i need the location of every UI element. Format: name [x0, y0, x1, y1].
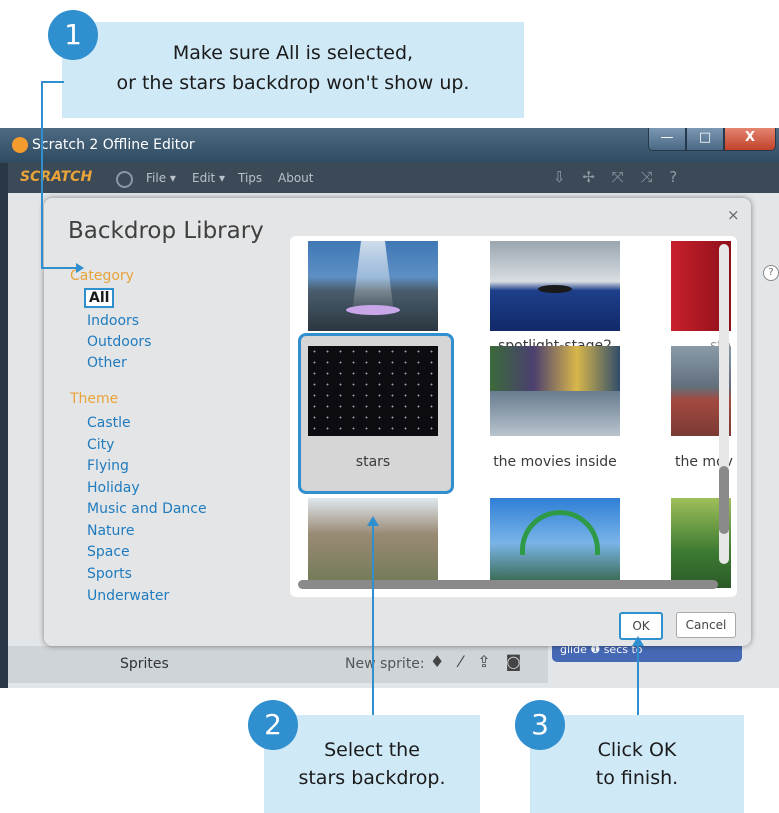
window-title: Scratch 2 Offline Editor — [32, 137, 195, 153]
stage2-platform — [538, 285, 572, 293]
category-heading: Category — [70, 268, 134, 284]
theme-underwater[interactable]: Underwater — [87, 588, 169, 604]
maximize-button[interactable]: □ — [686, 128, 724, 151]
theme-flying[interactable]: Flying — [87, 458, 129, 474]
backdrop-grid: spotlight-stage spotlight-stage2 sta sta… — [290, 236, 737, 597]
callout-3-badge: 3 — [515, 700, 565, 750]
callout-2-line1: Select the — [324, 739, 420, 761]
menu-about[interactable]: About — [278, 171, 313, 185]
backdrop-thumb-stars[interactable] — [308, 346, 438, 436]
toolbar-icons[interactable]: ⇩ ✢ ⤧ ⤨ ? — [553, 168, 683, 186]
scratch-logo[interactable]: SCRATCH — [20, 169, 92, 185]
theme-city[interactable]: City — [87, 437, 114, 453]
tile-label-the-movies-inside: the movies inside — [493, 454, 617, 470]
ok-button[interactable]: OK — [619, 612, 663, 640]
tile-label-stars: stars — [355, 454, 391, 470]
dialog-title: Backdrop Library — [68, 218, 264, 244]
theme-heading: Theme — [70, 391, 119, 407]
theme-holiday[interactable]: Holiday — [87, 480, 140, 496]
new-sprite-label: New sprite: — [345, 656, 425, 672]
callout-1-badge: 1 — [48, 10, 98, 60]
globe-icon[interactable] — [116, 171, 133, 188]
callout-1-line1: Make sure All is selected, — [172, 42, 414, 64]
callout-2-badge: 2 — [248, 700, 298, 750]
theme-castle[interactable]: Castle — [87, 415, 131, 431]
backdrop-thumb-bridge[interactable] — [490, 498, 620, 588]
sprites-label: Sprites — [120, 656, 169, 672]
backdrop-thumb-the-movies-inside[interactable] — [490, 346, 620, 436]
backdrop-thumb-spotlight-stage2[interactable] — [490, 241, 620, 331]
close-window-button[interactable]: X — [724, 128, 776, 151]
category-all[interactable]: All — [84, 288, 115, 308]
dialog-close-icon[interactable]: × — [727, 206, 740, 224]
title-bar: Scratch 2 Offline Editor — □ X — [0, 128, 779, 163]
stage-platform — [346, 305, 400, 315]
menu-bar: SCRATCH File ▾ Edit ▾ Tips About ⇩ ✢ ⤧ ⤨… — [8, 163, 779, 193]
callout-2-line2: stars backdrop. — [298, 767, 446, 789]
menu-tips[interactable]: Tips — [238, 171, 262, 185]
movies-wall — [490, 346, 620, 391]
backdrop-thumb-spotlight-stage[interactable] — [308, 241, 438, 331]
minimize-button[interactable]: — — [648, 128, 686, 151]
backdrop-library-dialog: Backdrop Library × Category All Indoors … — [44, 198, 751, 646]
theme-sports[interactable]: Sports — [87, 566, 132, 582]
scratch-cat-icon — [12, 137, 28, 153]
scratch-window: Scratch 2 Offline Editor — □ X SCRATCH F… — [0, 128, 779, 688]
menu-file[interactable]: File ▾ — [146, 171, 176, 185]
category-indoors[interactable]: Indoors — [87, 313, 139, 329]
callout-3-line1: Click OK — [597, 739, 677, 761]
help-icon[interactable]: ? — [763, 265, 779, 281]
theme-music-and-dance[interactable]: Music and Dance — [87, 501, 207, 517]
vertical-scrollbar-thumb[interactable] — [719, 466, 729, 534]
callout-1-line2: or the stars backdrop won't show up. — [116, 72, 470, 94]
new-sprite-icons[interactable]: ♦ ⁄ ⇪ ◙ — [430, 652, 526, 671]
backdrop-thumb-canyon[interactable] — [308, 498, 438, 588]
spotlight-beam — [353, 241, 393, 306]
horizontal-scrollbar[interactable] — [298, 580, 718, 589]
callout-3-line2: to finish. — [595, 767, 679, 789]
category-outdoors[interactable]: Outdoors — [87, 334, 151, 350]
theme-space[interactable]: Space — [87, 544, 130, 560]
cancel-button[interactable]: Cancel — [676, 612, 736, 638]
callout-1: Make sure All is selected, or the stars … — [62, 22, 524, 118]
theme-nature[interactable]: Nature — [87, 523, 134, 539]
category-other[interactable]: Other — [87, 355, 127, 371]
menu-edit[interactable]: Edit ▾ — [192, 171, 225, 185]
bridge-arch — [520, 510, 600, 555]
